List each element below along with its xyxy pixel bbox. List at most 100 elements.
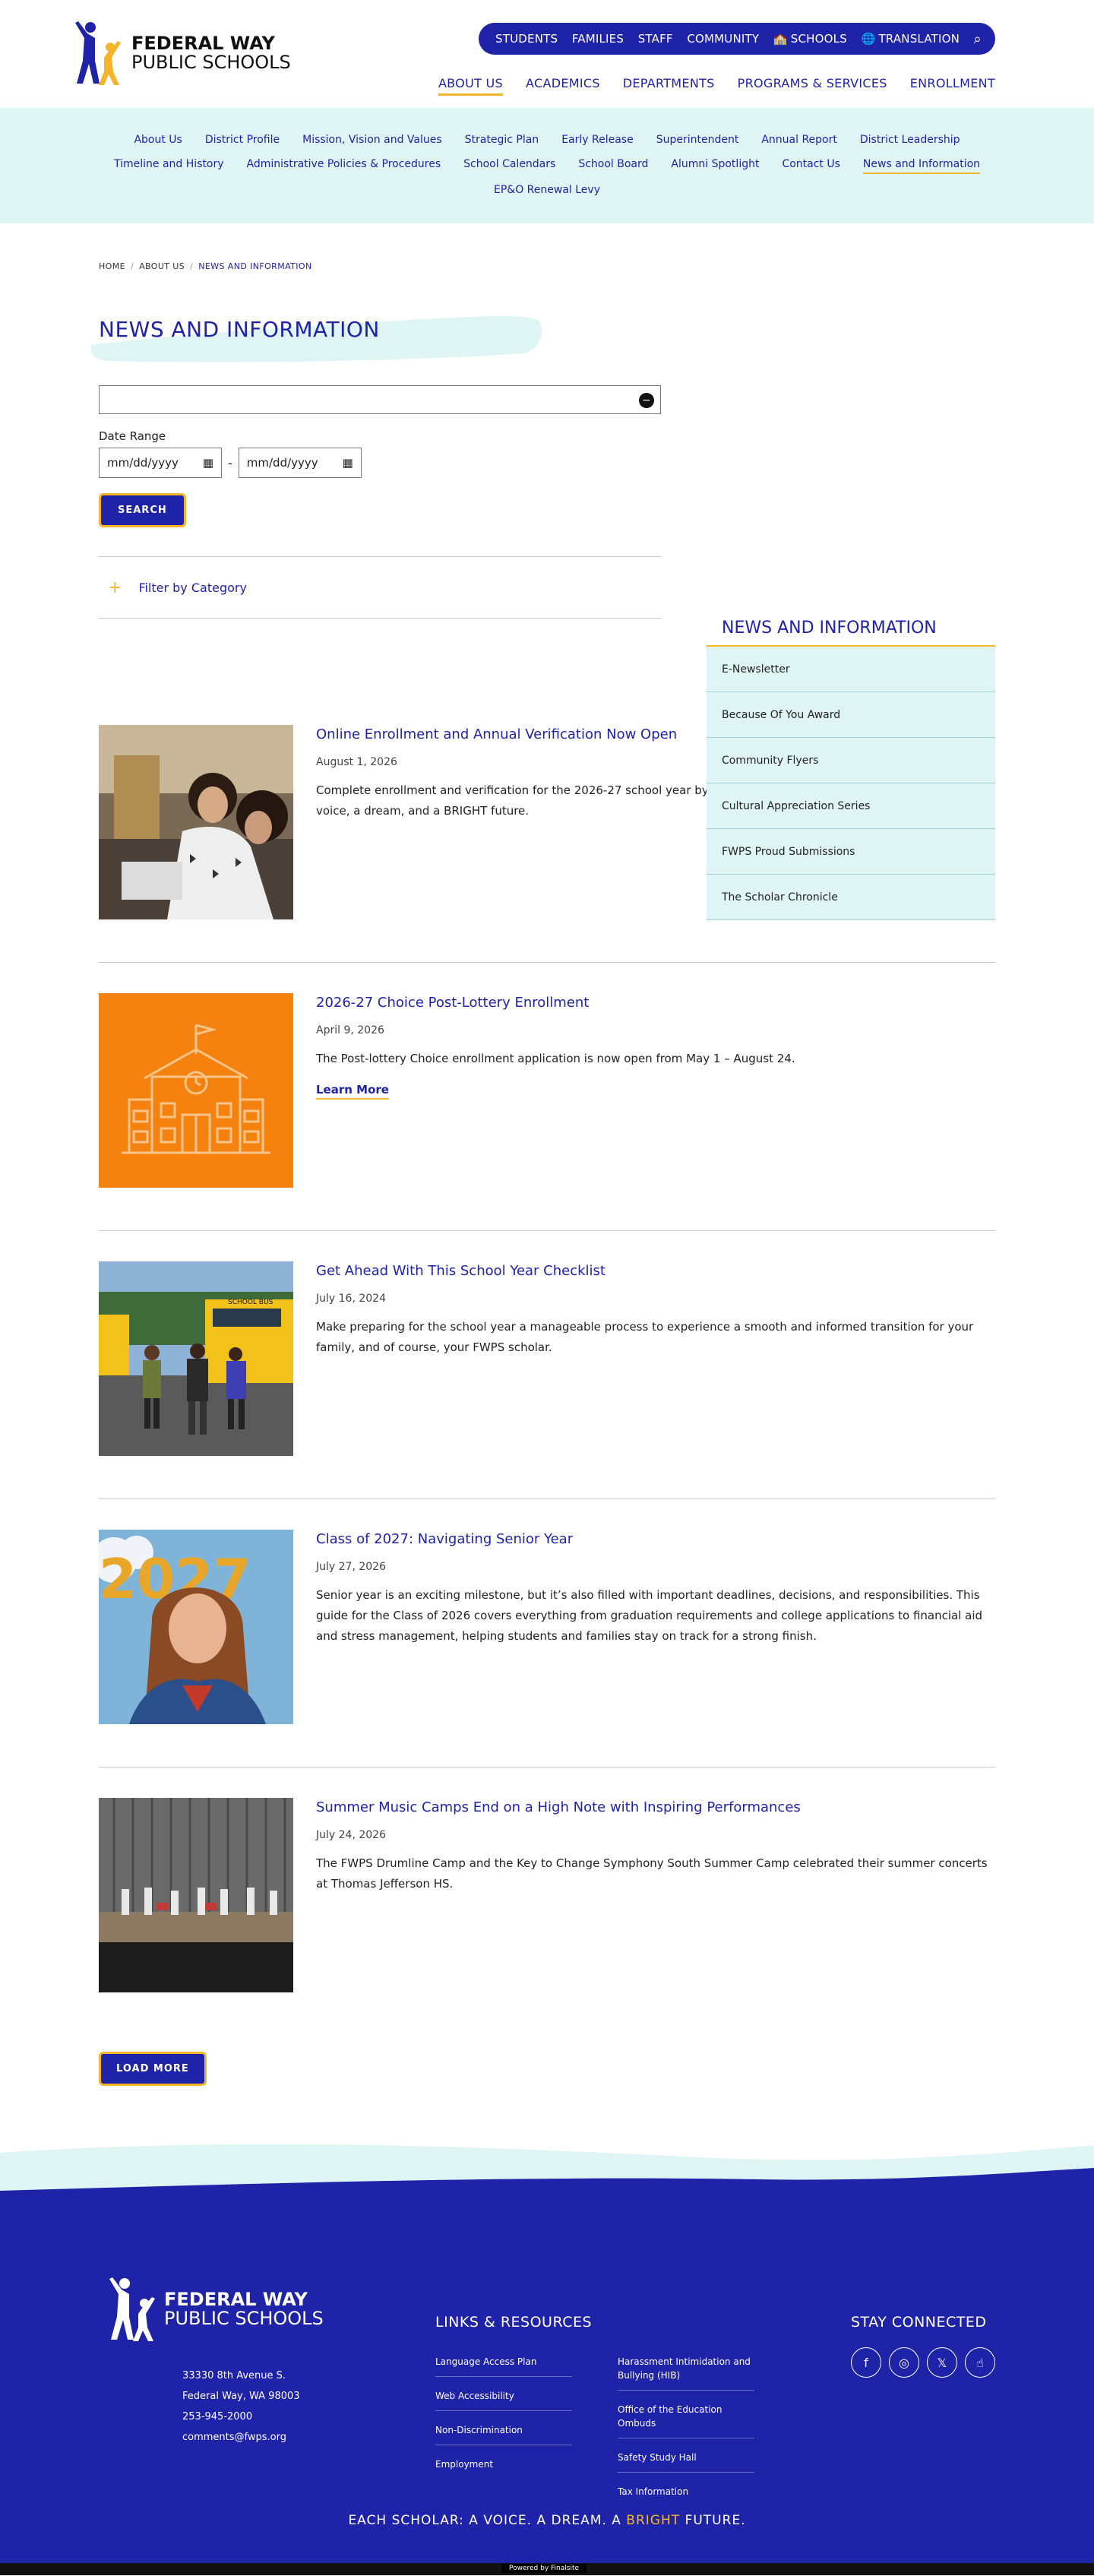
site-logo[interactable]: FEDERAL WAY PUBLIC SCHOOLS: [72, 18, 291, 88]
footer-address: 33330 8th Avenue S. Federal Way, WA 9800…: [182, 2366, 300, 2448]
subnav-item[interactable]: School Board: [578, 158, 648, 174]
mainnav-departments[interactable]: DEPARTMENTS: [623, 76, 715, 96]
footer-link[interactable]: Web Accessibility: [435, 2385, 572, 2411]
news-list: Online Enrollment and Annual Verificatio…: [99, 725, 995, 2035]
news-thumbnail[interactable]: 2027: [99, 1530, 293, 1724]
news-summary: Make preparing for the school year a man…: [316, 1320, 974, 1354]
subnav-item[interactable]: District Profile: [205, 134, 280, 148]
news-summary: Senior year is an exciting milestone, bu…: [316, 1588, 983, 1643]
load-more-button[interactable]: LOAD MORE: [99, 2052, 207, 2086]
subnav-item[interactable]: Alumni Spotlight: [671, 158, 759, 174]
sidebar-item-fwps-proud[interactable]: FWPS Proud Submissions: [707, 829, 995, 875]
footer-links-col2: Harassment Intimidation and Bullying (HI…: [618, 2350, 754, 2514]
mainnav-programs-services[interactable]: PROGRAMS & SERVICES: [738, 76, 887, 96]
news-date: July 27, 2026: [316, 1561, 386, 1573]
search-button[interactable]: SEARCH: [99, 493, 186, 527]
utility-translation-label: TRANSLATION: [878, 32, 960, 46]
subnav-item[interactable]: School Calendars: [463, 158, 555, 174]
search-icon[interactable]: ⌕: [974, 31, 982, 47]
instagram-icon[interactable]: ◎: [889, 2347, 919, 2378]
mainnav-enrollment[interactable]: ENROLLMENT: [910, 76, 995, 96]
facebook-icon[interactable]: f: [851, 2347, 881, 2378]
utility-schools-label: SCHOOLS: [790, 32, 847, 46]
site-footer: FEDERAL WAY PUBLIC SCHOOLS 33330 8th Ave…: [0, 2198, 1094, 2563]
start-date-placeholder: mm/dd/yyyy: [107, 456, 179, 470]
stay-connected-title: STAY CONNECTED: [851, 2314, 987, 2331]
utility-schools[interactable]: 🏫 SCHOOLS: [773, 32, 847, 46]
learn-more-link[interactable]: Learn More: [316, 1083, 389, 1100]
logo-line2: PUBLIC SCHOOLS: [131, 52, 291, 73]
news-item: Summer Music Camps End on a High Note wi…: [99, 1798, 995, 2035]
mainnav-about-us[interactable]: ABOUT US: [438, 76, 504, 96]
subnav-item[interactable]: Mission, Vision and Values: [302, 134, 442, 148]
subnav-item[interactable]: Contact Us: [782, 158, 839, 174]
news-title[interactable]: Get Ahead With This School Year Checklis…: [316, 1263, 995, 1279]
sidebar-item-cultural-appreciation[interactable]: Cultural Appreciation Series: [707, 783, 995, 829]
news-thumbnail[interactable]: [99, 993, 293, 1188]
subnav-item[interactable]: Annual Report: [761, 134, 837, 148]
x-twitter-icon[interactable]: 𝕏: [927, 2347, 957, 2378]
email-link[interactable]: comments@fwps.org: [182, 2427, 300, 2448]
breadcrumb-about-us[interactable]: ABOUT US: [139, 261, 185, 271]
sidebar-item-scholar-chronicle[interactable]: The Scholar Chronicle: [707, 875, 995, 920]
news-filters: − Date Range mm/dd/yyyy ▦ - mm/dd/yyyy ▦…: [99, 385, 661, 619]
subnav-item[interactable]: Strategic Plan: [465, 134, 539, 148]
start-date-input[interactable]: mm/dd/yyyy ▦: [99, 448, 222, 478]
sidebar-item-e-newsletter[interactable]: E-Newsletter: [707, 647, 995, 692]
keyword-search-input[interactable]: −: [99, 385, 661, 414]
news-thumbnail[interactable]: [99, 1798, 293, 1992]
powered-by-bar: Powered by Finalsite: [0, 2563, 1094, 2575]
phone-link[interactable]: 253-945-2000: [182, 2407, 300, 2427]
subnav-item[interactable]: Early Release: [561, 134, 634, 148]
news-title[interactable]: Summer Music Camps End on a High Note wi…: [316, 1799, 995, 1815]
filter-by-category-label: Filter by Category: [138, 580, 247, 595]
date-separator: -: [228, 455, 232, 470]
class-of-2027-illustration: 2027: [99, 1530, 293, 1724]
filter-by-category-toggle[interactable]: + Filter by Category: [99, 556, 661, 619]
subnav-item[interactable]: District Leadership: [860, 134, 960, 148]
news-date: July 16, 2024: [316, 1293, 386, 1305]
breadcrumb-separator: /: [190, 261, 194, 271]
news-title[interactable]: Class of 2027: Navigating Senior Year: [316, 1531, 995, 1547]
clear-icon[interactable]: −: [639, 393, 654, 408]
sidebar-item-community-flyers[interactable]: Community Flyers: [707, 738, 995, 783]
social-links: f ◎ 𝕏 ☝: [851, 2347, 995, 2378]
footer-link[interactable]: Employment: [435, 2453, 572, 2479]
footer-link[interactable]: Language Access Plan: [435, 2350, 572, 2377]
mainnav-academics[interactable]: ACADEMICS: [526, 76, 600, 96]
utility-students[interactable]: STUDENTS: [495, 32, 558, 46]
scholars-logo-icon: [75, 21, 121, 85]
end-date-placeholder: mm/dd/yyyy: [246, 456, 318, 470]
utility-community[interactable]: COMMUNITY: [687, 32, 759, 46]
footer-link[interactable]: Office of the Education Ombuds: [618, 2398, 754, 2438]
footer-link[interactable]: Tax Information: [618, 2480, 754, 2506]
sidebar-item-because-of-you-award[interactable]: Because Of You Award: [707, 692, 995, 738]
news-title[interactable]: 2026-27 Choice Post-Lottery Enrollment: [316, 995, 995, 1011]
utility-nav: STUDENTS FAMILIES STAFF COMMUNITY 🏫 SCHOO…: [479, 23, 995, 55]
utility-families[interactable]: FAMILIES: [572, 32, 624, 46]
news-thumbnail[interactable]: [99, 725, 293, 919]
page-title-wrap: NEWS AND INFORMATION: [91, 311, 995, 364]
utility-staff[interactable]: STAFF: [638, 32, 673, 46]
subnav-item[interactable]: About Us: [134, 134, 182, 148]
tagline-bright: BRIGHT: [626, 2513, 681, 2528]
footer-logo[interactable]: FEDERAL WAY PUBLIC SCHOOLS: [106, 2274, 324, 2344]
calendar-icon[interactable]: ▦: [203, 456, 213, 470]
powered-by-finalsite-link[interactable]: Powered by Finalsite: [501, 2564, 587, 2573]
footer-link[interactable]: Non-Discrimination: [435, 2419, 572, 2445]
subnav-item[interactable]: Administrative Policies & Procedures: [247, 158, 441, 174]
page-title: NEWS AND INFORMATION: [99, 317, 380, 342]
end-date-input[interactable]: mm/dd/yyyy ▦: [238, 448, 362, 478]
breadcrumb-home[interactable]: HOME: [99, 261, 125, 271]
subnav-item[interactable]: Superintendent: [656, 134, 739, 148]
utility-translation[interactable]: 🌐 TRANSLATION: [862, 32, 960, 46]
subnav-item[interactable]: EP&O Renewal Levy: [494, 184, 600, 198]
peachjar-icon[interactable]: ☝: [965, 2347, 995, 2378]
footer-wave-decoration: [0, 2138, 1094, 2198]
news-thumbnail[interactable]: SCHOOL BUS: [99, 1261, 293, 1456]
footer-link[interactable]: Safety Study Hall: [618, 2446, 754, 2473]
calendar-icon[interactable]: ▦: [343, 456, 353, 470]
subnav-item-active[interactable]: News and Information: [862, 158, 981, 174]
subnav-item[interactable]: Timeline and History: [114, 158, 224, 174]
footer-link[interactable]: Harassment Intimidation and Bullying (HI…: [618, 2350, 754, 2391]
